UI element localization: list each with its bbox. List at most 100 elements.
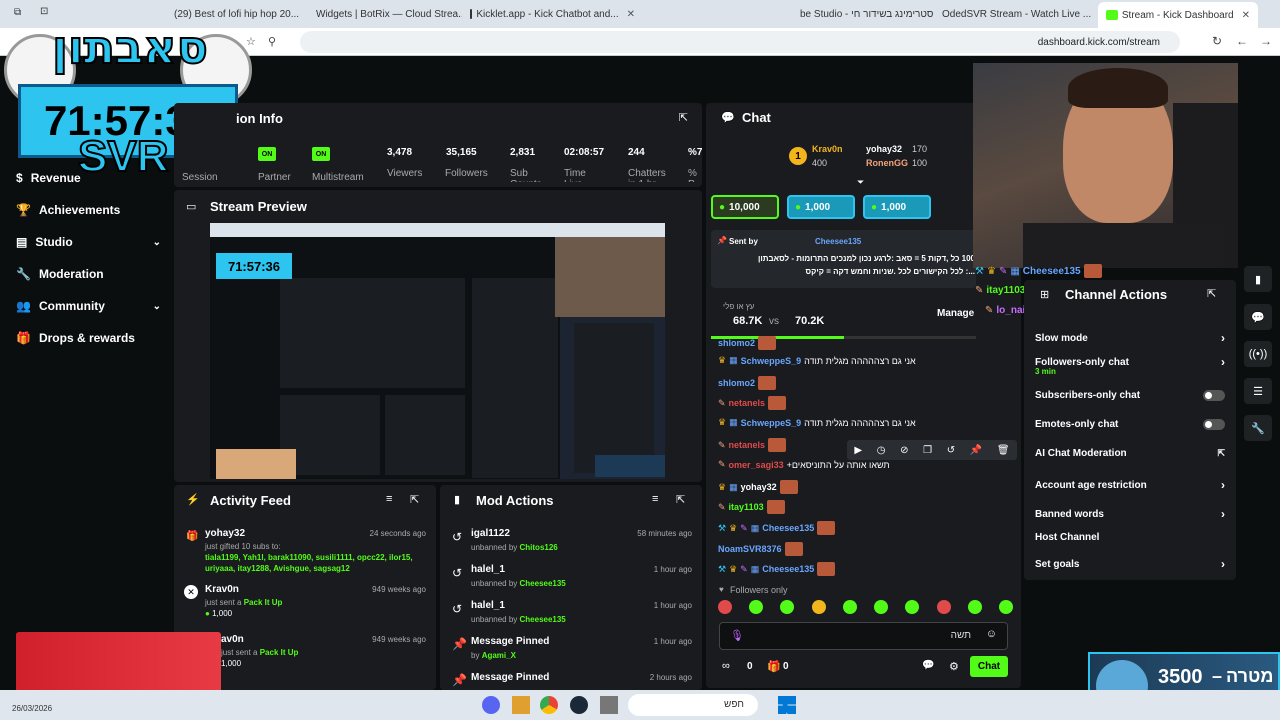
followers-value: 35,165 (446, 147, 477, 158)
close-icon[interactable]: ✕ (1242, 10, 1250, 21)
tab-studio[interactable]: be Studio - סטרימינג בשידור חי (800, 4, 935, 24)
chat-text: אני גם רצההההה מגלית תודה (804, 417, 916, 428)
subscribers-only-toggle[interactable] (1203, 390, 1225, 401)
rail-button-chat[interactable]: 💬 (1244, 304, 1272, 330)
taskbar-search[interactable]: חפש (628, 694, 758, 716)
popout-icon[interactable]: ⇱ (679, 111, 688, 124)
viewers-value: 3,478 (387, 147, 413, 158)
mod-action-item: ↺ igal1122 58 minutes ago unbanned by Ch… (440, 526, 702, 560)
microphone-icon[interactable]: 🎙 (730, 629, 744, 642)
emote-button[interactable] (749, 600, 764, 614)
gift-button-1000[interactable]: ● 1,000 (863, 195, 931, 219)
discord-icon[interactable] (482, 696, 500, 714)
rail-button-panel[interactable]: ▮ (1244, 266, 1272, 292)
rail-button-tools[interactable]: 🔧 (1244, 415, 1272, 441)
emote-button[interactable] (718, 600, 732, 614)
kicklet-icon (470, 9, 473, 19)
poll-manage-button[interactable]: Manage (937, 308, 974, 319)
timeout-icon[interactable]: ◷ (877, 445, 886, 456)
host-channel-item[interactable]: Host Channel (1035, 532, 1225, 543)
rail-button-broadcast[interactable]: ((•)) (1244, 341, 1272, 367)
send-chat-button[interactable]: Chat (970, 656, 1008, 677)
file-icon: ▮ (454, 494, 461, 506)
nested-browser-chrome (210, 223, 665, 237)
badge-icon: ✎ (998, 265, 1008, 277)
steam-icon[interactable] (570, 696, 588, 714)
chat-bubble-icon[interactable]: 💬 (922, 660, 934, 671)
emote-button[interactable] (905, 600, 920, 614)
emote-button[interactable] (998, 600, 1013, 614)
emote-button[interactable] (842, 600, 857, 614)
forward-icon[interactable]: → (1260, 34, 1272, 48)
tab-kicklet[interactable]: Kicklet.app - Kick Chatbot and... ✕ (470, 4, 635, 24)
emote-button[interactable] (936, 600, 951, 614)
goal-amount: 3500 (1158, 666, 1203, 688)
app-icon[interactable] (512, 696, 530, 714)
badge-icon: ♛ (729, 563, 738, 574)
mod-action-text: unbanned by (471, 615, 518, 624)
trash-icon[interactable]: 🗑 (997, 445, 1010, 456)
set-goals-item[interactable]: Set goals › (1035, 557, 1225, 571)
tab-botrix[interactable]: Widgets | BotRix — Cloud Strea... (312, 4, 462, 24)
stream-preview-video[interactable]: 71:57:36 (210, 223, 665, 479)
chat-input[interactable]: 🎙 תשה ☺ (719, 622, 1008, 650)
close-icon[interactable]: ✕ (627, 9, 635, 20)
emote-button[interactable] (874, 600, 889, 614)
filter-icon[interactable]: ≡ (652, 493, 658, 505)
expand-icon[interactable]: ⏷ (857, 177, 864, 188)
lightning-icon: ⚡ (186, 494, 200, 506)
pin-icon[interactable]: 📌 (970, 445, 982, 456)
files-icon[interactable] (600, 696, 618, 714)
popout-icon[interactable]: ⇱ (410, 493, 419, 506)
ai-moderation-item[interactable]: AI Chat Moderation ⇱ (1035, 448, 1225, 459)
followers-only-item[interactable]: Followers-only chat › (1035, 355, 1225, 369)
sidebar-item-studio[interactable]: ▤ Studio ⌄ (16, 235, 161, 249)
chat-message: NoamSVR8376 (718, 542, 803, 556)
sidebar-item-community[interactable]: 👥 Community ⌄ (16, 299, 161, 313)
url-field[interactable]: dashboard.kick.com/stream (300, 31, 1180, 53)
sidebar-item-drops[interactable]: 🎁 Drops & rewards (16, 331, 161, 345)
tab-kick-dashboard[interactable]: Stream - Kick Dashboard ✕ (1098, 2, 1258, 28)
account-age-item[interactable]: Account age restriction › (1035, 478, 1225, 492)
chat-username: shlomo2 (718, 378, 756, 388)
emoji-icon[interactable]: ☺ (986, 628, 997, 640)
panel-icon: ▮ (1254, 273, 1262, 286)
badge-icon: ⚒ (718, 522, 727, 533)
badge-icon: ♛ (718, 481, 727, 492)
emotes-only-toggle[interactable] (1203, 419, 1225, 430)
filter-icon[interactable]: ≡ (386, 493, 392, 505)
windows-start-icon[interactable] (778, 696, 796, 714)
mod-action-detail: unbanned by Chitos126 (471, 543, 558, 552)
rail-button-layout[interactable]: ☰ (1244, 378, 1272, 404)
gift-button-10000[interactable]: ● 10,000 (711, 195, 779, 219)
play-icon[interactable]: ▶ (854, 445, 862, 456)
chrome-icon[interactable] (540, 696, 558, 714)
subs-label: Sub Counts (510, 168, 542, 182)
chevron-right-icon: › (1221, 557, 1225, 571)
action-label: Host Channel (1035, 532, 1100, 543)
slow-mode-item[interactable]: Slow mode › (1035, 331, 1225, 345)
wrench-icon: 🔧 (1251, 422, 1265, 435)
tab-odedsvr[interactable]: OdedSVR Stream - Watch Live ... (942, 4, 1092, 24)
ban-icon[interactable]: ⊘ (900, 445, 908, 456)
popout-icon[interactable]: ⇱ (1207, 287, 1216, 300)
emote-button[interactable] (811, 600, 826, 614)
emote-button[interactable] (967, 600, 982, 614)
sidebar-item-moderation[interactable]: 🔧 Moderation (16, 267, 161, 281)
reload-icon[interactable]: ↻ (1212, 34, 1222, 48)
mod-action-title: halel_1 (471, 564, 505, 575)
emote-button[interactable] (780, 600, 795, 614)
kick-coin-icon: ✕ (184, 585, 198, 599)
gear-icon[interactable]: ⚙ (949, 660, 959, 673)
nested-panel (385, 395, 465, 475)
extension-icon[interactable]: ⚲ (268, 35, 276, 48)
undo-icon[interactable]: ↺ (947, 445, 955, 456)
popout-icon[interactable]: ⇱ (676, 493, 685, 506)
back-icon[interactable]: ← (1236, 34, 1248, 48)
chat-stat-value: 0 (747, 661, 753, 672)
badge-icon: ✎ (718, 501, 726, 512)
copy-icon[interactable]: ❐ (923, 445, 932, 456)
gift-button-1000[interactable]: ● 1,000 (787, 195, 855, 219)
sidebar-item-achievements[interactable]: 🏆 Achievements (16, 203, 161, 217)
banned-words-item[interactable]: Banned words › (1035, 507, 1225, 521)
